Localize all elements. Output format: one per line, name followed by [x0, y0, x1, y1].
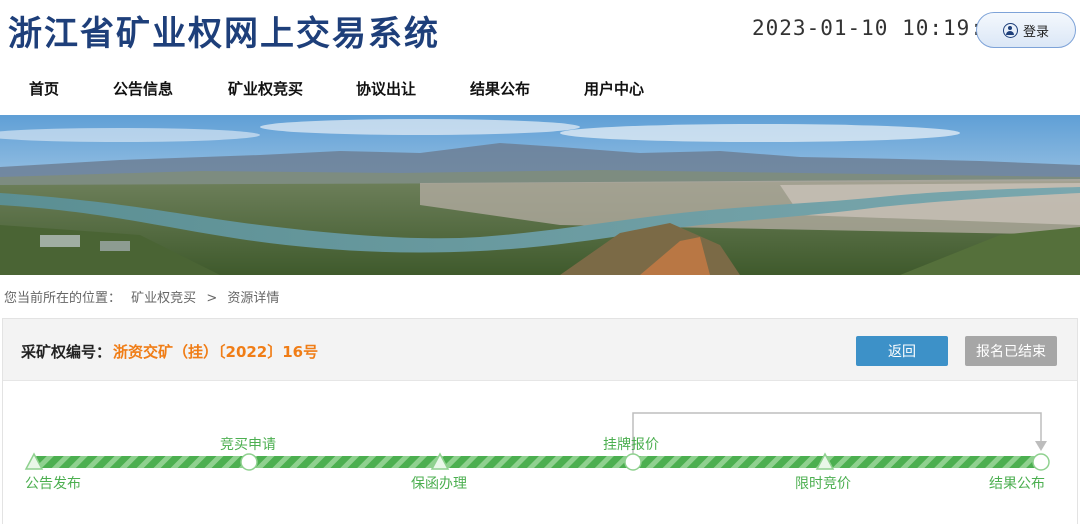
user-icon [1002, 22, 1018, 38]
nav-item-user-center[interactable]: 用户中心 [584, 78, 644, 99]
login-label: 登录 [1022, 24, 1049, 40]
license-code-value: 浙资交矿（挂）〔2022〕16号 [113, 343, 319, 361]
step-label-bid-application: 竞买申请 [220, 437, 276, 453]
breadcrumb: 您当前所在的位置： 矿业权竞买 > 资源详情 [4, 287, 285, 306]
nav-item-agreement[interactable]: 协议出让 [356, 78, 416, 99]
panel-header: 采矿权编号： 浙资交矿（挂）〔2022〕16号 返回 报名已结束 [3, 319, 1077, 381]
loop-connector [632, 412, 1042, 461]
nav-item-announcements[interactable]: 公告信息 [113, 78, 173, 99]
site-title: 浙江省矿业权网上交易系统 [8, 14, 440, 54]
datetime-display: 2023-01-10 10:19:36 [752, 16, 1012, 40]
step-marker-6 [1032, 453, 1050, 471]
breadcrumb-link-bidding[interactable]: 矿业权竞买 [131, 291, 196, 306]
landscape-illustration [0, 115, 1080, 275]
progress-track [24, 412, 1050, 471]
nav-item-bidding[interactable]: 矿业权竞买 [228, 78, 303, 99]
registration-closed-button: 报名已结束 [965, 336, 1057, 366]
back-button[interactable]: 返回 [856, 336, 948, 366]
breadcrumb-separator: > [206, 291, 218, 306]
nav-item-results[interactable]: 结果公布 [470, 78, 530, 99]
breadcrumb-prefix: 您当前所在的位置： [4, 291, 122, 306]
step-label-listing-quote: 挂牌报价 [603, 437, 659, 453]
progress-bar [33, 456, 1041, 468]
step-label-announcement: 公告发布 [25, 476, 81, 492]
step-label-result: 结果公布 [989, 476, 1045, 492]
main-nav: 首页 公告信息 矿业权竞买 协议出让 结果公布 用户中心 [0, 68, 1080, 108]
step-label-timed-bidding: 限时竞价 [795, 476, 851, 492]
banner-image [0, 115, 1080, 275]
nav-item-home[interactable]: 首页 [29, 78, 59, 99]
breadcrumb-current: 资源详情 [227, 291, 280, 306]
header: 浙江省矿业权网上交易系统 2023-01-10 10:19:36 登录 [0, 0, 1080, 60]
step-marker-4 [624, 453, 642, 471]
resource-detail-panel: 采矿权编号： 浙资交矿（挂）〔2022〕16号 返回 报名已结束 公告发布 竞买… [2, 318, 1078, 524]
login-button[interactable]: 登录 [976, 12, 1076, 48]
step-label-guarantee: 保函办理 [411, 476, 467, 492]
step-marker-2 [240, 453, 258, 471]
connector-arrow-icon [1035, 441, 1047, 451]
license-code-label: 采矿权编号： [21, 343, 112, 361]
